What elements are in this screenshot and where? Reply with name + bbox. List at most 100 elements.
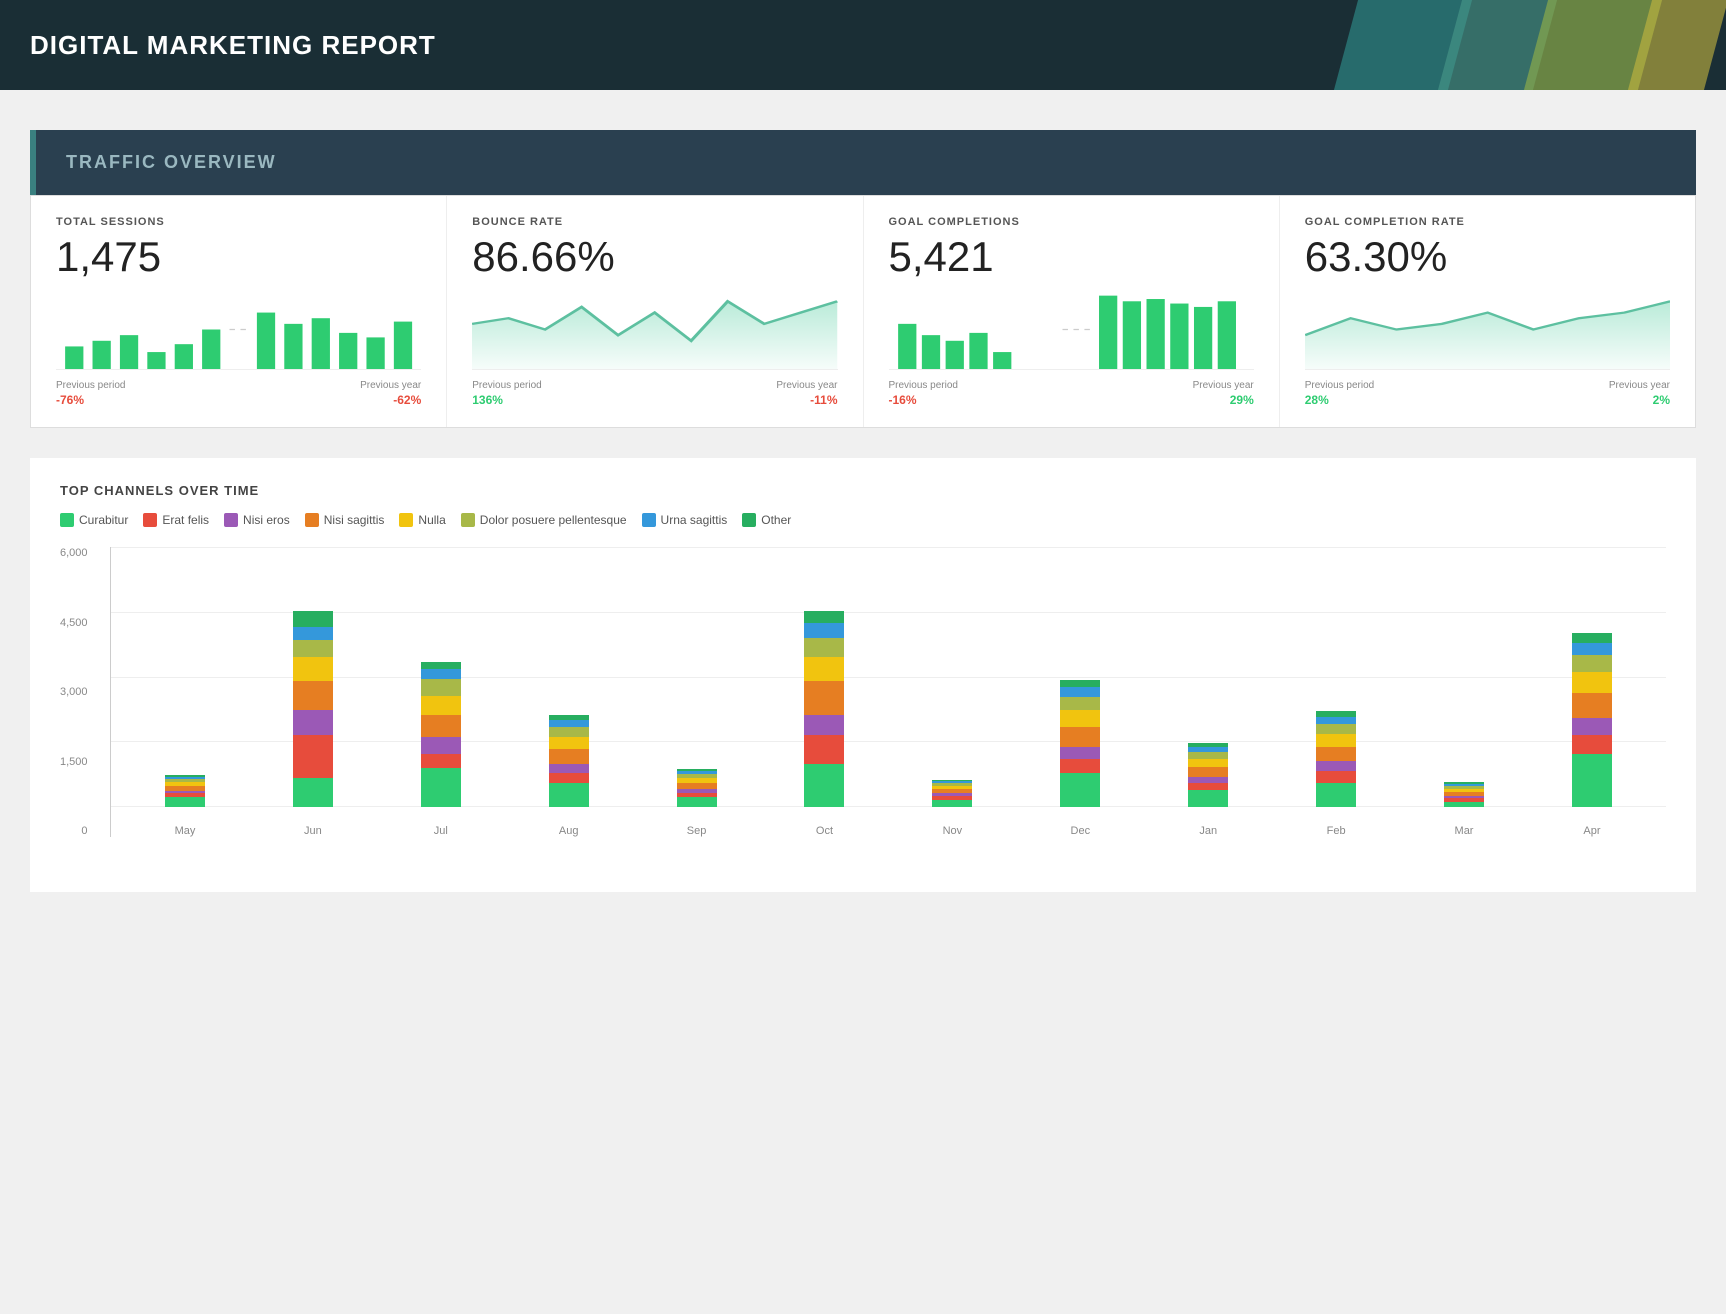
metric-footer-2: Previous period -16% Previous year 29% bbox=[889, 380, 1254, 407]
metric-chart-3 bbox=[1305, 290, 1670, 370]
bar-segment bbox=[293, 710, 333, 734]
stacked-bar bbox=[165, 775, 205, 807]
x-axis-label: Jul bbox=[411, 825, 471, 837]
x-axis-label: Aug bbox=[539, 825, 599, 837]
bar-group bbox=[1306, 711, 1366, 807]
bar-segment bbox=[1060, 697, 1100, 711]
stacked-bar bbox=[293, 611, 333, 807]
bar-segment bbox=[1316, 771, 1356, 783]
legend-label: Dolor posuere pellentesque bbox=[480, 513, 627, 527]
bar-segment bbox=[421, 662, 461, 669]
bar-group bbox=[1434, 782, 1494, 807]
bar-segment bbox=[1188, 767, 1228, 777]
stacked-bar bbox=[1060, 680, 1100, 807]
bar-segment bbox=[1060, 680, 1100, 687]
bar-chart: 6,0004,5003,0001,5000 MayJunJulAugSepOct… bbox=[60, 547, 1666, 867]
bar-segment bbox=[1188, 759, 1228, 768]
metric-label-1: BOUNCE RATE bbox=[472, 216, 837, 228]
channels-title: TOP CHANNELS OVER TIME bbox=[60, 483, 1666, 498]
metric-chart-1 bbox=[472, 290, 837, 370]
bar-segment bbox=[1188, 790, 1228, 807]
legend-item: Dolor posuere pellentesque bbox=[461, 513, 627, 527]
bar-segment bbox=[421, 768, 461, 807]
legend-dot bbox=[742, 513, 756, 527]
bar-segment bbox=[1316, 747, 1356, 762]
y-axis-label: 1,500 bbox=[60, 756, 88, 768]
metric-value-1: 86.66% bbox=[472, 236, 837, 278]
bar-segment bbox=[293, 735, 333, 779]
legend-label: Other bbox=[761, 513, 791, 527]
bar-group bbox=[794, 611, 854, 807]
x-axis-label: Feb bbox=[1306, 825, 1366, 837]
bar-segment bbox=[1572, 735, 1612, 754]
y-axis: 6,0004,5003,0001,5000 bbox=[60, 547, 96, 837]
legend-dot bbox=[642, 513, 656, 527]
bar-segment bbox=[804, 657, 844, 681]
y-axis-label: 6,000 bbox=[60, 547, 88, 559]
bar-segment bbox=[549, 749, 589, 764]
channels-section: TOP CHANNELS OVER TIME Curabitur Erat fel… bbox=[30, 458, 1696, 892]
legend-label: Nisi sagittis bbox=[324, 513, 385, 527]
bar-group bbox=[667, 769, 727, 807]
legend-dot bbox=[461, 513, 475, 527]
bar-segment bbox=[549, 727, 589, 737]
bar-segment bbox=[293, 611, 333, 626]
bar-segment bbox=[421, 737, 461, 754]
x-axis-label: May bbox=[155, 825, 215, 837]
metric-total-sessions: TOTAL SESSIONS 1,475 bbox=[31, 196, 447, 427]
bar-segment bbox=[1316, 761, 1356, 771]
x-axis-label: Jan bbox=[1178, 825, 1238, 837]
legend-item: Nisi sagittis bbox=[305, 513, 385, 527]
bar-group bbox=[1562, 633, 1622, 807]
metric-value-2: 5,421 bbox=[889, 236, 1254, 278]
x-axis-label: Sep bbox=[667, 825, 727, 837]
bar-segment bbox=[1316, 717, 1356, 724]
stacked-bar bbox=[932, 779, 972, 807]
bar-segment bbox=[1060, 687, 1100, 697]
y-axis-label: 0 bbox=[81, 825, 87, 837]
main-content: TRAFFIC OVERVIEW TOTAL SESSIONS 1,475 bbox=[0, 90, 1726, 922]
stacked-bar bbox=[677, 769, 717, 807]
bar-segment bbox=[804, 681, 844, 715]
stacked-bar bbox=[1188, 743, 1228, 807]
legend-item: Nisi eros bbox=[224, 513, 290, 527]
bar-group bbox=[1050, 680, 1110, 807]
x-axis-label: Dec bbox=[1050, 825, 1110, 837]
legend-item: Nulla bbox=[399, 513, 445, 527]
legend-item: Urna sagittis bbox=[642, 513, 728, 527]
bar-segment bbox=[804, 735, 844, 764]
bar-segment bbox=[1060, 773, 1100, 807]
stacked-bar bbox=[1316, 711, 1356, 807]
bar-segment bbox=[421, 696, 461, 715]
stacked-bar bbox=[421, 662, 461, 807]
bar-segment bbox=[1572, 643, 1612, 655]
legend-dot bbox=[143, 513, 157, 527]
x-axis-label: Jun bbox=[283, 825, 343, 837]
metric-chart-2 bbox=[889, 290, 1254, 370]
legend-item: Erat felis bbox=[143, 513, 209, 527]
bar-segment bbox=[549, 773, 589, 783]
stacked-bar bbox=[1444, 782, 1484, 807]
channels-legend: Curabitur Erat felis Nisi eros Nisi sagitti… bbox=[60, 513, 1666, 527]
bar-segment bbox=[421, 715, 461, 737]
bar-segment bbox=[804, 715, 844, 734]
legend-dot bbox=[305, 513, 319, 527]
bar-segment bbox=[932, 800, 972, 807]
bar-segment bbox=[677, 797, 717, 807]
bar-segment bbox=[1188, 752, 1228, 759]
y-axis-label: 4,500 bbox=[60, 617, 88, 629]
legend-label: Curabitur bbox=[79, 513, 128, 527]
metric-goal-rate: GOAL COMPLETION RATE 63.30% Previous bbox=[1280, 196, 1695, 427]
metric-footer-1: Previous period 136% Previous year -11% bbox=[472, 380, 837, 407]
bar-group bbox=[1178, 743, 1238, 807]
legend-label: Nulla bbox=[418, 513, 445, 527]
legend-item: Other bbox=[742, 513, 791, 527]
legend-label: Urna sagittis bbox=[661, 513, 728, 527]
bar-group bbox=[922, 779, 982, 807]
bar-segment bbox=[293, 778, 333, 807]
bar-segment bbox=[1572, 693, 1612, 717]
bar-segment bbox=[1444, 802, 1484, 807]
bar-segment bbox=[1572, 655, 1612, 672]
bar-segment bbox=[421, 754, 461, 769]
bar-segment bbox=[293, 681, 333, 710]
